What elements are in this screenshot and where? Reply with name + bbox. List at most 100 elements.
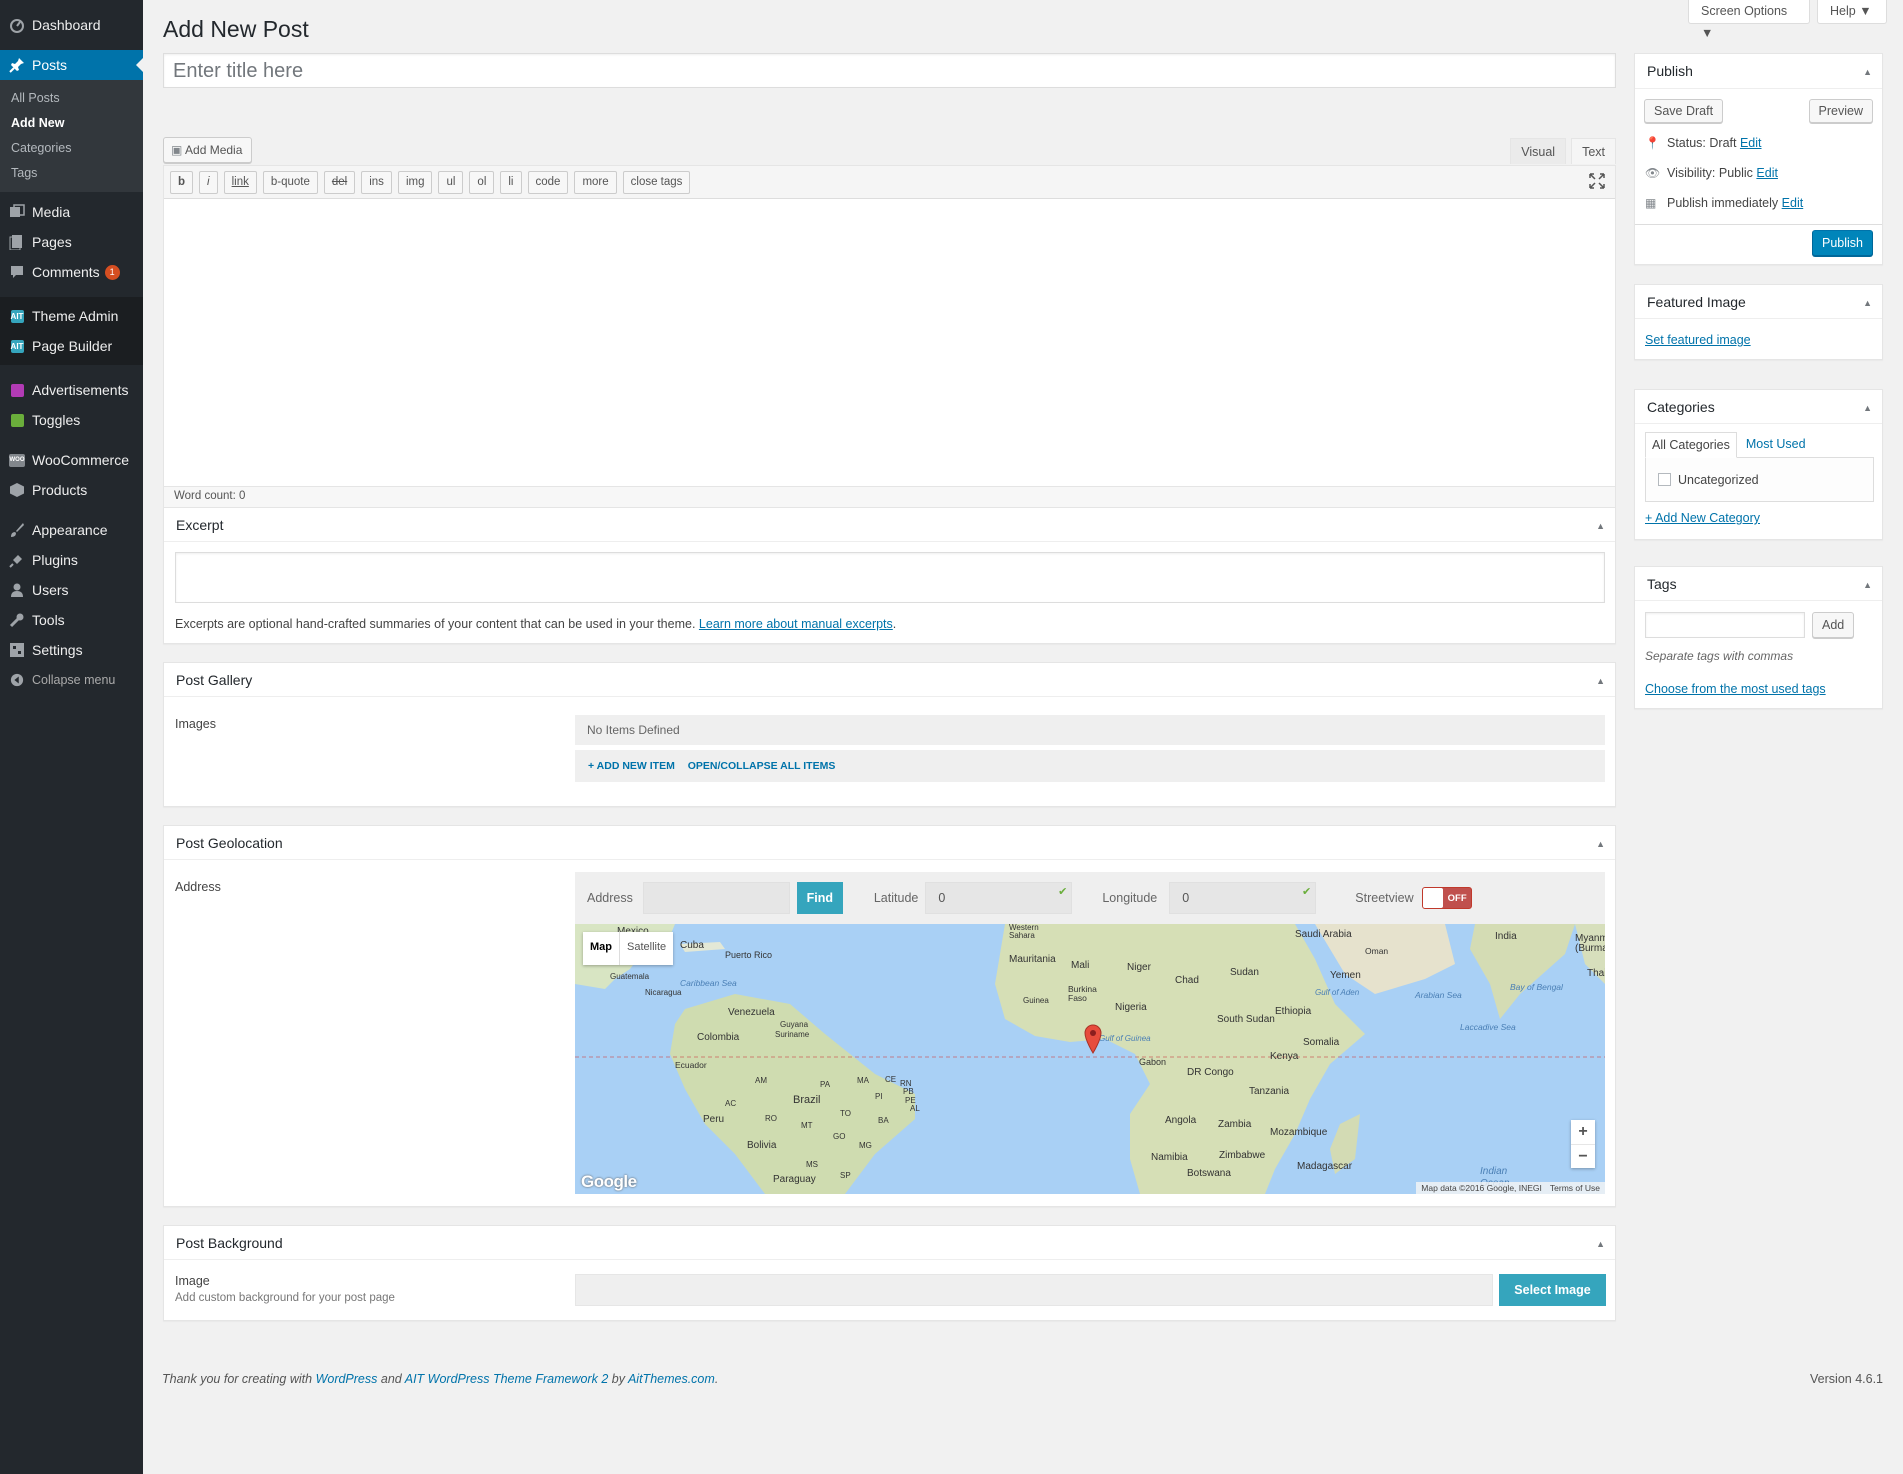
map-marker-icon[interactable]	[1084, 1024, 1102, 1057]
ait-framework-link[interactable]: AIT WordPress Theme Framework 2	[405, 1372, 609, 1386]
schedule-edit-link[interactable]: Edit	[1782, 196, 1804, 210]
post-title-input[interactable]: Enter title here	[163, 53, 1616, 88]
wordpress-link[interactable]: WordPress	[316, 1372, 378, 1386]
collapse-arrow-icon[interactable]: ▲	[1863, 578, 1872, 592]
uncategorized-checkbox[interactable]	[1658, 473, 1671, 486]
collapse-arrow-icon[interactable]: ▲	[1863, 401, 1872, 415]
map-type-map[interactable]: Map	[583, 932, 619, 965]
submenu-add-new[interactable]: Add New	[0, 111, 143, 136]
excerpt-learn-more-link[interactable]: Learn more about manual excerpts	[699, 617, 893, 631]
publish-header[interactable]: Publish ▲	[1635, 54, 1882, 89]
post-geolocation-box: Post Geolocation ▲ Address Address Find L…	[163, 825, 1616, 1207]
qt-more-button[interactable]: more	[574, 170, 617, 194]
geolocation-header[interactable]: Post Geolocation ▲	[164, 826, 1615, 860]
post-gallery-box: Post Gallery ▲ Images No Items Defined + …	[163, 662, 1616, 807]
submenu-categories[interactable]: Categories	[0, 136, 143, 161]
qt-bquote-button[interactable]: b-quote	[262, 170, 318, 194]
submenu-tags[interactable]: Tags	[0, 161, 143, 186]
sidebar-item-advertisements[interactable]: Advertisements	[0, 375, 143, 405]
excerpt-textarea[interactable]	[175, 552, 1605, 603]
editor-textarea[interactable]	[164, 199, 1615, 466]
collapse-arrow-icon[interactable]: ▲	[1863, 296, 1872, 310]
qt-li-button[interactable]: li	[500, 170, 522, 194]
sidebar-item-theme-admin[interactable]: AIT Theme Admin	[0, 301, 143, 331]
qt-del-button[interactable]: del	[323, 170, 356, 194]
sidebar-item-woocommerce[interactable]: WOO WooCommerce	[0, 445, 143, 475]
sidebar-item-media[interactable]: Media	[0, 197, 143, 227]
qt-italic-button[interactable]: i	[199, 170, 218, 194]
find-button[interactable]: Find	[796, 882, 843, 914]
tab-all-categories[interactable]: All Categories	[1645, 432, 1737, 458]
sidebar-item-page-builder[interactable]: AIT Page Builder	[0, 331, 143, 361]
tags-header[interactable]: Tags ▲	[1635, 567, 1882, 601]
set-featured-image-link[interactable]: Set featured image	[1645, 333, 1751, 347]
sidebar-item-pages[interactable]: Pages	[0, 227, 143, 257]
background-title: Post Background	[176, 1235, 283, 1251]
streetview-toggle[interactable]: OFF	[1421, 887, 1472, 909]
qt-code-button[interactable]: code	[527, 170, 569, 194]
add-tag-button[interactable]: Add	[1812, 612, 1855, 638]
qt-img-button[interactable]: img	[397, 170, 433, 194]
choose-most-used-tags-link[interactable]: Choose from the most used tags	[1645, 682, 1826, 696]
sidebar-item-toggles[interactable]: Toggles	[0, 405, 143, 435]
latitude-input[interactable]: 0 ✔	[925, 882, 1073, 914]
help-button[interactable]: Help ▼	[1817, 0, 1887, 24]
longitude-input[interactable]: 0 ✔	[1169, 882, 1317, 914]
map-type-satellite[interactable]: Satellite	[619, 932, 673, 965]
qt-link-button[interactable]: link	[223, 170, 257, 194]
background-image-input[interactable]	[575, 1274, 1493, 1306]
tab-most-used[interactable]: Most Used	[1737, 432, 1815, 458]
sidebar-item-tools[interactable]: Tools	[0, 605, 143, 635]
save-draft-button[interactable]: Save Draft	[1644, 99, 1724, 123]
featured-header[interactable]: Featured Image ▲	[1635, 285, 1882, 319]
zoom-out-button[interactable]: −	[1571, 1144, 1595, 1168]
collapse-arrow-icon[interactable]: ▲	[1596, 519, 1605, 533]
qt-bold-button[interactable]: b	[170, 170, 194, 194]
collapse-arrow-icon[interactable]: ▲	[1596, 837, 1605, 851]
background-header[interactable]: Post Background ▲	[164, 1226, 1615, 1260]
open-collapse-all-link[interactable]: OPEN/COLLAPSE ALL ITEMS	[688, 760, 836, 772]
sidebar-item-products[interactable]: Products	[0, 475, 143, 505]
sidebar-item-dashboard[interactable]: Dashboard	[0, 10, 143, 40]
tab-visual[interactable]: Visual	[1510, 138, 1567, 164]
qt-ol-button[interactable]: ol	[469, 170, 495, 194]
qt-close-tags-button[interactable]: close tags	[622, 170, 691, 194]
sidebar-item-settings[interactable]: Settings	[0, 635, 143, 665]
new-tag-input[interactable]	[1645, 612, 1805, 638]
address-input[interactable]	[642, 882, 790, 914]
sidebar-item-appearance[interactable]: Appearance	[0, 515, 143, 545]
excerpt-title: Excerpt	[176, 517, 224, 533]
add-new-item-link[interactable]: + ADD NEW ITEM	[588, 760, 675, 772]
select-image-button[interactable]: Select Image	[1499, 1274, 1606, 1306]
qt-ul-button[interactable]: ul	[438, 170, 464, 194]
sidebar-item-plugins[interactable]: Plugins	[0, 545, 143, 575]
collapse-menu-button[interactable]: Collapse menu	[0, 665, 143, 695]
add-new-category-link[interactable]: + Add New Category	[1645, 511, 1760, 525]
fullscreen-icon[interactable]	[1589, 172, 1605, 192]
publish-button[interactable]: Publish	[1812, 230, 1873, 256]
visibility-edit-link[interactable]: Edit	[1756, 166, 1778, 180]
sidebar-item-posts[interactable]: Posts	[0, 50, 143, 80]
excerpt-header[interactable]: Excerpt ▲	[164, 508, 1615, 542]
collapse-arrow-icon[interactable]: ▲	[1596, 1237, 1605, 1251]
map-label: BA	[878, 1116, 889, 1125]
gallery-header[interactable]: Post Gallery ▲	[164, 663, 1615, 697]
tab-text[interactable]: Text	[1571, 138, 1616, 164]
add-media-button[interactable]: ▣ Add Media	[163, 137, 253, 163]
status-edit-link[interactable]: Edit	[1740, 136, 1762, 150]
collapse-arrow-icon[interactable]: ▲	[1863, 65, 1872, 79]
sidebar-item-users[interactable]: Users	[0, 575, 143, 605]
qt-ins-button[interactable]: ins	[361, 170, 392, 194]
zoom-in-button[interactable]: +	[1571, 1120, 1595, 1144]
collapse-arrow-icon[interactable]: ▲	[1596, 674, 1605, 688]
aitthemes-link[interactable]: AitThemes.com	[628, 1372, 715, 1386]
map-terms-link[interactable]: Terms of Use	[1550, 1183, 1600, 1193]
sidebar-item-comments[interactable]: Comments 1	[0, 257, 143, 287]
map-label: Paraguay	[773, 1174, 816, 1185]
footer-and: and	[380, 1372, 402, 1386]
categories-header[interactable]: Categories ▲	[1635, 390, 1882, 424]
screen-options-button[interactable]: Screen Options ▼	[1688, 0, 1810, 40]
submenu-all-posts[interactable]: All Posts	[0, 86, 143, 111]
preview-button[interactable]: Preview	[1808, 99, 1873, 123]
google-map[interactable]: Mexico Cuba Puerto Rico Guatemala Caribb…	[575, 924, 1605, 1194]
